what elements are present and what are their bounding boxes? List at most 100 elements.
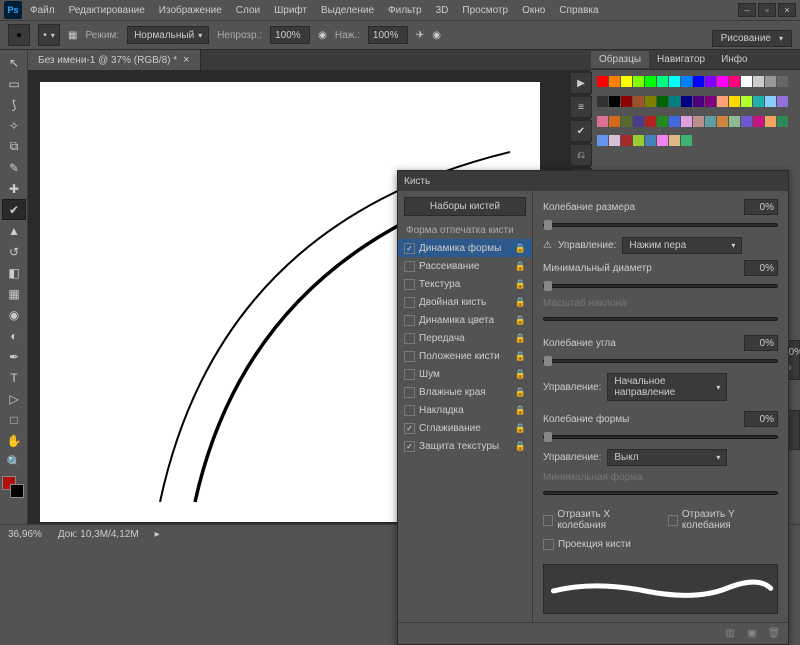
checkbox[interactable] xyxy=(404,387,415,398)
hand-tool[interactable]: ✋ xyxy=(2,430,26,451)
swatch[interactable] xyxy=(741,76,752,87)
brush-option-двойная-кисть[interactable]: Двойная кисть🔒 xyxy=(398,293,532,311)
checkbox[interactable] xyxy=(404,441,415,452)
swatch[interactable] xyxy=(621,76,632,87)
swatch[interactable] xyxy=(777,116,788,127)
healing-tool[interactable]: ✚ xyxy=(2,178,26,199)
minimize-button[interactable]: – xyxy=(738,3,756,17)
swatch[interactable] xyxy=(765,76,776,87)
brush-picker-button[interactable]: •▾ xyxy=(38,24,60,46)
swatch[interactable] xyxy=(681,76,692,87)
brush-option-влажные-края[interactable]: Влажные края🔒 xyxy=(398,383,532,401)
angle-control-dropdown[interactable]: Начальное направление▾ xyxy=(607,373,727,401)
swatch[interactable] xyxy=(717,116,728,127)
menu-filter[interactable]: Фильтр xyxy=(382,2,428,19)
menu-edit[interactable]: Редактирование xyxy=(63,2,151,19)
swatch[interactable] xyxy=(597,116,608,127)
pen-tool[interactable]: ✒ xyxy=(2,346,26,367)
brush-panel-header[interactable]: Кисть xyxy=(398,171,788,191)
swatch[interactable] xyxy=(669,96,680,107)
rectangle-tool[interactable]: □ xyxy=(2,409,26,430)
swatch[interactable] xyxy=(609,116,620,127)
swatch[interactable] xyxy=(633,135,644,146)
swatches-panel[interactable] xyxy=(591,70,800,160)
flip-y-checkbox[interactable] xyxy=(668,515,678,526)
brush-preview-button[interactable] xyxy=(8,24,30,46)
swatch[interactable] xyxy=(633,116,644,127)
roundness-control-dropdown[interactable]: Выкл▾ xyxy=(607,449,727,466)
path-tool[interactable]: ▷ xyxy=(2,388,26,409)
lock-icon[interactable]: 🔒 xyxy=(515,243,526,254)
checkbox[interactable] xyxy=(404,369,415,380)
actions-panel-icon[interactable]: ≡ xyxy=(570,96,592,118)
swatch[interactable] xyxy=(609,135,620,146)
swatch[interactable] xyxy=(693,116,704,127)
lock-icon[interactable]: 🔒 xyxy=(515,333,526,344)
menu-3d[interactable]: 3D xyxy=(430,2,455,19)
checkbox[interactable] xyxy=(404,315,415,326)
swatch[interactable] xyxy=(657,76,668,87)
flow-input[interactable]: 100% xyxy=(368,26,408,44)
swatch[interactable] xyxy=(669,135,680,146)
clone-panel-icon[interactable]: ⎌ xyxy=(570,144,592,166)
type-tool[interactable]: T xyxy=(2,367,26,388)
brush-presets-button[interactable]: Наборы кистей xyxy=(404,197,526,216)
brush-option-шум[interactable]: Шум🔒 xyxy=(398,365,532,383)
maximize-button[interactable]: ▫ xyxy=(758,3,776,17)
lock-icon[interactable]: 🔒 xyxy=(515,351,526,362)
swatch[interactable] xyxy=(669,76,680,87)
swatch[interactable] xyxy=(717,96,728,107)
new-brush-icon[interactable]: ▣ xyxy=(744,626,760,642)
menu-select[interactable]: Выделение xyxy=(315,2,380,19)
airbrush-icon[interactable]: ✈ xyxy=(416,30,424,41)
brush-option-защита-текстуры[interactable]: Защита текстуры🔒 xyxy=(398,437,532,455)
zoom-tool[interactable]: 🔍 xyxy=(2,451,26,472)
swatch[interactable] xyxy=(765,96,776,107)
history-panel-icon[interactable]: ▶ xyxy=(570,72,592,94)
roundness-jitter-value[interactable]: 0% xyxy=(744,411,778,427)
swatch[interactable] xyxy=(657,135,668,146)
size-jitter-slider[interactable] xyxy=(543,223,778,227)
angle-jitter-slider[interactable] xyxy=(543,359,778,363)
tablet-toggle-icon[interactable]: ▦ xyxy=(68,30,77,41)
min-diameter-value[interactable]: 0% xyxy=(744,260,778,276)
opacity-pressure-icon[interactable]: ◉ xyxy=(318,30,327,41)
checkbox[interactable] xyxy=(404,243,415,254)
roundness-jitter-slider[interactable] xyxy=(543,435,778,439)
swatch[interactable] xyxy=(609,76,620,87)
lock-icon[interactable]: 🔒 xyxy=(515,387,526,398)
menu-layers[interactable]: Слои xyxy=(230,2,266,19)
checkbox[interactable] xyxy=(404,279,415,290)
menu-image[interactable]: Изображение xyxy=(153,2,228,19)
swatch[interactable] xyxy=(681,135,692,146)
swatch[interactable] xyxy=(633,76,644,87)
menu-file[interactable]: Файл xyxy=(24,2,61,19)
swatch[interactable] xyxy=(753,116,764,127)
lock-icon[interactable]: 🔒 xyxy=(515,315,526,326)
lock-icon[interactable]: 🔒 xyxy=(515,369,526,380)
swatch[interactable] xyxy=(681,96,692,107)
menu-view[interactable]: Просмотр xyxy=(456,2,514,19)
brush-option-текстура[interactable]: Текстура🔒 xyxy=(398,275,532,293)
swatch[interactable] xyxy=(705,96,716,107)
lock-icon[interactable]: 🔒 xyxy=(515,279,526,290)
workspace-switcher[interactable]: Рисование▾ xyxy=(712,30,792,47)
swatch[interactable] xyxy=(609,96,620,107)
doc-size[interactable]: Док: 10,3M/4,12M xyxy=(58,529,139,540)
swatch[interactable] xyxy=(657,96,668,107)
brush-option-передача[interactable]: Передача🔒 xyxy=(398,329,532,347)
swatch[interactable] xyxy=(765,116,776,127)
swatch[interactable] xyxy=(729,96,740,107)
swatch[interactable] xyxy=(681,116,692,127)
gradient-tool[interactable]: ▦ xyxy=(2,283,26,304)
brush-option-положение-кисти[interactable]: Положение кисти🔒 xyxy=(398,347,532,365)
swatch[interactable] xyxy=(729,76,740,87)
eraser-tool[interactable]: ◧ xyxy=(2,262,26,283)
swatch[interactable] xyxy=(705,116,716,127)
swatch[interactable] xyxy=(645,135,656,146)
swatch[interactable] xyxy=(741,96,752,107)
menu-type[interactable]: Шрифт xyxy=(268,2,313,19)
lasso-tool[interactable]: ⟆ xyxy=(2,94,26,115)
size-jitter-value[interactable]: 0% xyxy=(744,199,778,215)
checkbox[interactable] xyxy=(404,297,415,308)
